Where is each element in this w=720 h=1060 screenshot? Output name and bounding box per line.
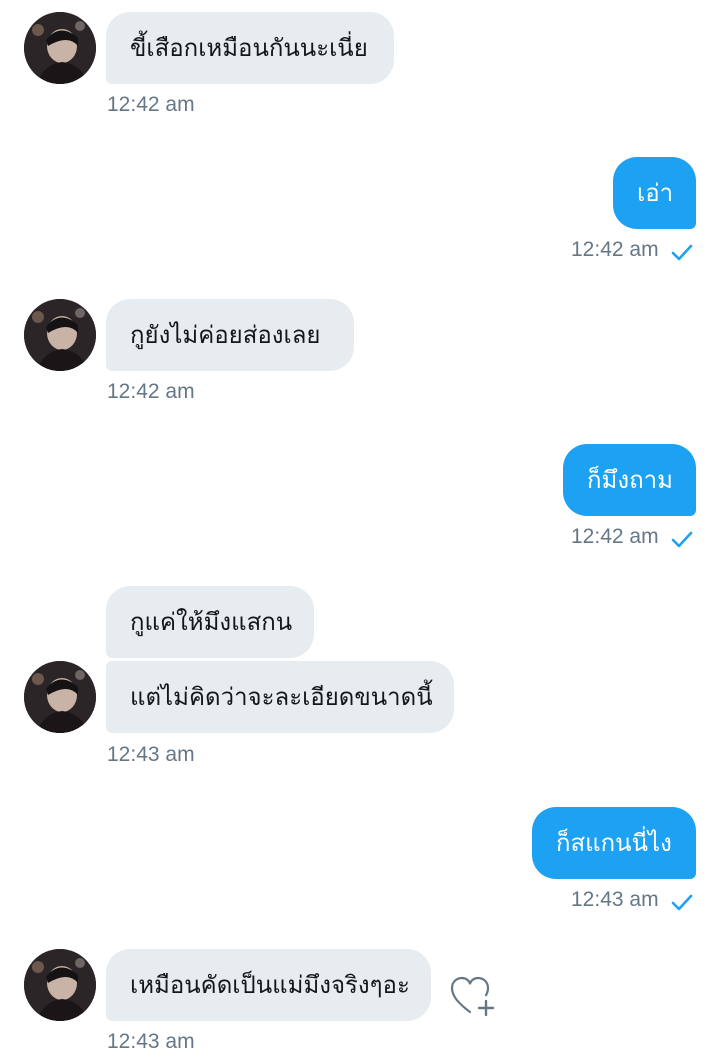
message-text: เหมือนคัดเป็นแม่มึงจริงๆอะ: [130, 971, 410, 999]
message-bubble[interactable]: เหมือนคัดเป็นแม่มึงจริงๆอะ: [106, 949, 431, 1021]
message-text: กูยังไม่ค่อยส่องเลย: [130, 321, 321, 349]
check-icon: [671, 531, 693, 548]
avatar[interactable]: [24, 949, 96, 1021]
message-text: กูแค่ให้มึงแสกน: [130, 608, 293, 636]
message-timestamp: 12:43 am: [107, 1030, 195, 1053]
message-text: เอ่า: [637, 179, 674, 207]
avatar-photo-icon: [24, 299, 96, 371]
message-timestamp: 12:43 am: [107, 743, 195, 766]
avatar-photo-icon: [24, 949, 96, 1021]
message-bubble[interactable]: กูแค่ให้มึงแสกน: [106, 586, 314, 658]
heart-plus-icon[interactable]: [448, 974, 496, 1018]
message-timestamp: 12:43 am: [571, 888, 659, 911]
message-text: ก็สแกนนี่ไง: [556, 829, 672, 857]
message-timestamp: 12:42 am: [107, 380, 195, 403]
message-timestamp: 12:42 am: [571, 238, 659, 261]
message-timestamp: 12:42 am: [571, 525, 659, 548]
check-icon: [671, 244, 693, 261]
check-icon: [671, 894, 693, 911]
message-bubble[interactable]: แต่ไม่คิดว่าจะละเอียดขนาดนี้: [106, 661, 454, 733]
message-timestamp: 12:42 am: [107, 93, 195, 116]
message-bubble[interactable]: เอ่า: [613, 157, 696, 229]
message-text: แต่ไม่คิดว่าจะละเอียดขนาดนี้: [130, 683, 433, 711]
avatar-photo-icon: [24, 661, 96, 733]
message-text: ขี้เสือกเหมือนกันนะเนี่ย: [130, 34, 368, 62]
message-text: ก็มึงถาม: [587, 466, 673, 494]
message-bubble[interactable]: ก็มึงถาม: [563, 444, 696, 516]
avatar[interactable]: [24, 661, 96, 733]
avatar[interactable]: [24, 12, 96, 84]
avatar-photo-icon: [24, 12, 96, 84]
message-bubble[interactable]: ขี้เสือกเหมือนกันนะเนี่ย: [106, 12, 394, 84]
message-bubble[interactable]: กูยังไม่ค่อยส่องเลย: [106, 299, 354, 371]
message-bubble[interactable]: ก็สแกนนี่ไง: [532, 807, 696, 879]
avatar[interactable]: [24, 299, 96, 371]
